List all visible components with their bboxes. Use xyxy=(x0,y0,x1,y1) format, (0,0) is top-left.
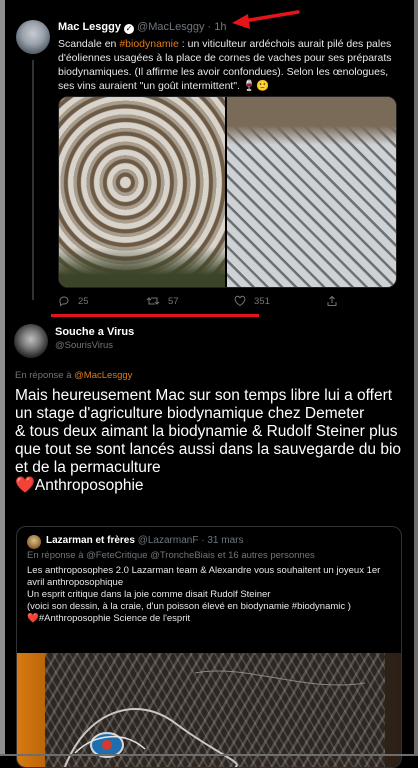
tweet-text: Mais heureusement Mac sur son temps libr… xyxy=(15,387,402,494)
annotation-arrow-icon xyxy=(232,10,300,29)
like-count: 351 xyxy=(254,295,270,307)
tag-line: #Anthroposophie Science de l'esprit xyxy=(38,613,191,624)
window-border-right xyxy=(414,0,418,756)
verified-badge-icon: ✓ xyxy=(123,24,134,34)
reply-icon xyxy=(59,296,69,307)
tweet-time[interactable]: 1h xyxy=(214,21,226,33)
retweet-icon xyxy=(146,297,160,305)
share-button[interactable] xyxy=(326,295,338,307)
author-name[interactable]: Mac Lesggy xyxy=(58,21,121,33)
reply-button[interactable]: 25 xyxy=(58,295,89,307)
tweet-header: Mac Lesggy ✓ @MacLesggy · 1h xyxy=(58,21,227,34)
tweet-actions: 25 57 351 xyxy=(58,295,338,309)
chalk-fish-drawing[interactable] xyxy=(45,653,385,767)
timeline: Mac Lesggy ✓ @MacLesggy · 1h Scandale en … xyxy=(5,0,414,768)
quoted-tweet-text: Les anthroposophes 2.0 Lazarman team & A… xyxy=(27,565,381,624)
media-photo-horns[interactable] xyxy=(59,97,225,287)
media-photo-blades[interactable] xyxy=(227,97,396,287)
share-icon xyxy=(327,295,337,306)
tweet-media[interactable] xyxy=(58,96,397,288)
heart-emoji: ❤️ xyxy=(15,477,35,494)
avatar[interactable] xyxy=(27,535,41,549)
retweet-button[interactable]: 57 xyxy=(146,295,179,307)
author-handle[interactable]: @SourisVirus xyxy=(55,340,113,351)
author-name[interactable]: Lazarman et frères xyxy=(46,535,135,546)
heart-emoji: ❤️ xyxy=(27,613,39,624)
tweet-date[interactable]: · 31 mars xyxy=(201,535,243,546)
tweet-text: Scandale en #biodynamie : un viticulteur… xyxy=(58,38,392,92)
tag-line: Anthroposophie xyxy=(34,477,144,494)
heart-icon xyxy=(234,295,246,307)
author-handle[interactable]: @LazarmanF xyxy=(138,535,199,546)
avatar[interactable] xyxy=(14,324,48,358)
author-handle[interactable]: @MacLesggy xyxy=(137,21,204,33)
reply-context: En réponse à @FeteCritique @TroncheBiais… xyxy=(27,550,315,561)
reply-context: En réponse à @MacLesggy xyxy=(15,370,133,381)
fish-drawing-icon xyxy=(64,670,366,767)
retweet-count: 57 xyxy=(168,295,179,307)
thread-connector xyxy=(32,60,34,300)
hashtag-link[interactable]: #biodynamie xyxy=(119,38,179,50)
like-button[interactable]: 351 xyxy=(234,295,270,307)
author-name[interactable]: Souche a Virus xyxy=(55,326,134,338)
quoted-tweet-header: Lazarman et frères @LazarmanF · 31 mars xyxy=(46,535,243,546)
avatar[interactable] xyxy=(16,20,50,54)
annotation-underline xyxy=(51,314,259,317)
mention-link[interactable]: @MacLesggy xyxy=(74,370,132,381)
reply-count: 25 xyxy=(78,295,89,307)
quoted-tweet[interactable]: Lazarman et frères @LazarmanF · 31 mars … xyxy=(16,526,402,768)
quoted-tweet-media[interactable] xyxy=(17,653,401,767)
